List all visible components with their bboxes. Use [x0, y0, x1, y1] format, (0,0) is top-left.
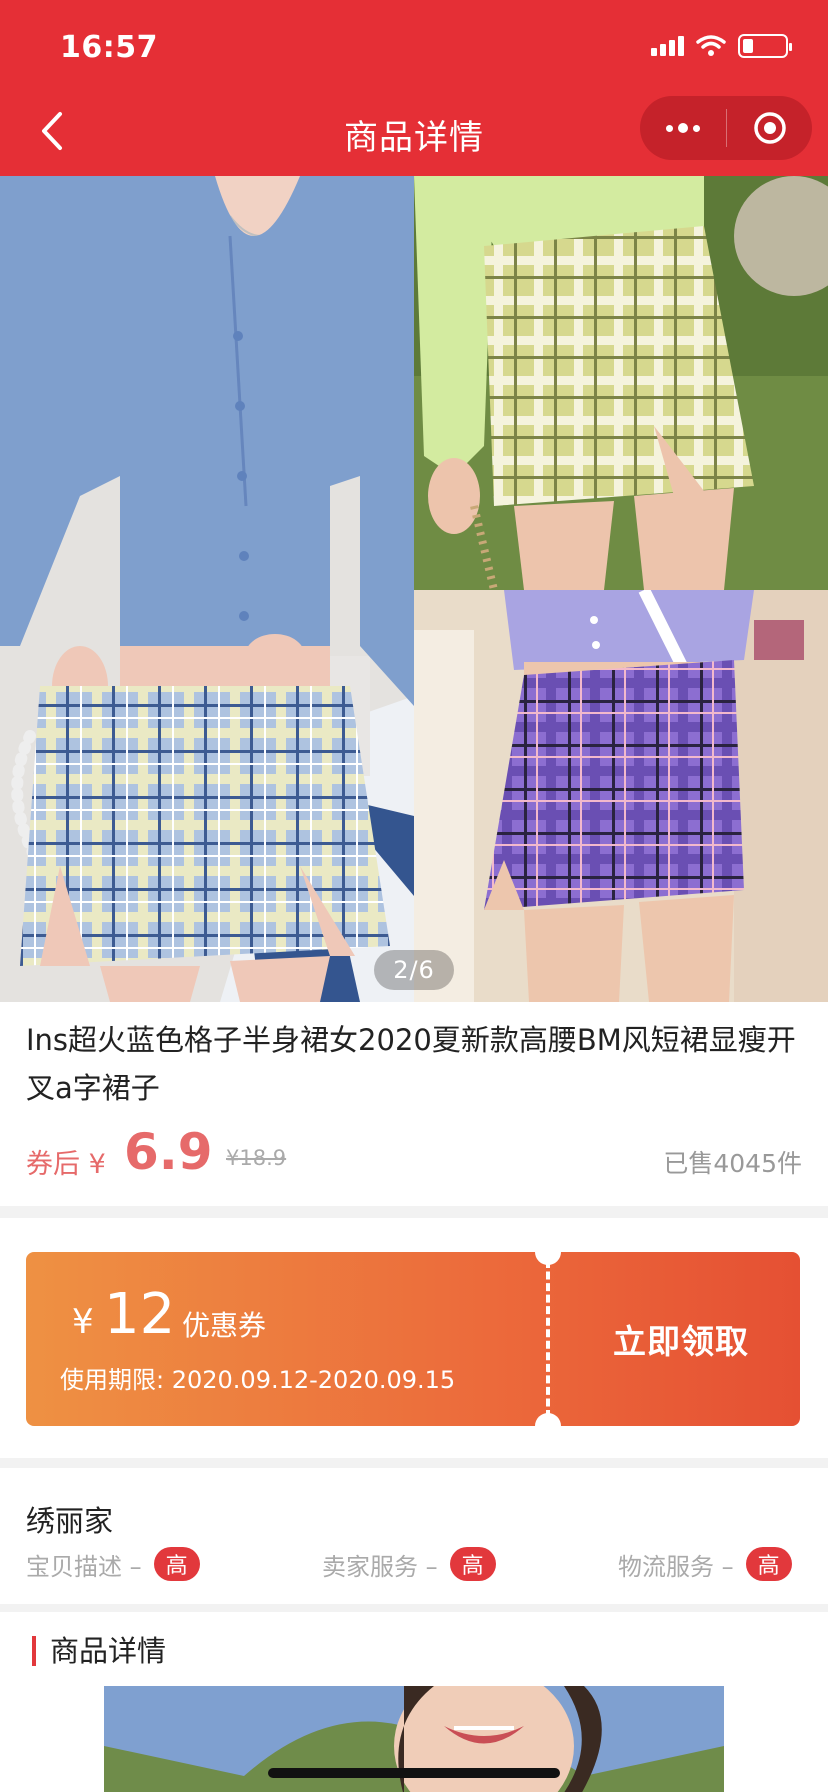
gallery-pager: 2/6	[374, 950, 454, 990]
rating-seller-service: 卖家服务 – 高	[322, 1544, 496, 1584]
home-indicator	[268, 1768, 560, 1778]
signal-icon	[651, 36, 684, 56]
coupon-ticket[interactable]: ¥ 12 优惠券 使用期限: 2020.09.12-2020.09.15 立即领…	[26, 1252, 800, 1426]
shop-info-card[interactable]: 绣丽家 宝贝描述 – 高 卖家服务 – 高 物流服务 – 高	[0, 1468, 828, 1604]
rating-logistics: 物流服务 – 高	[618, 1544, 792, 1584]
product-photo-blue	[0, 176, 414, 1002]
coupon-amount: 12	[104, 1282, 176, 1347]
coupon-notch-bottom	[535, 1413, 561, 1426]
status-time: 16:57	[60, 30, 158, 65]
product-detail-section: 商品详情	[0, 1612, 828, 1792]
mini-program-capsule	[640, 96, 812, 160]
sold-count: 已售4045件	[663, 1149, 802, 1178]
rating-label: 宝贝描述 –	[26, 1552, 142, 1581]
battery-icon	[738, 34, 792, 58]
rating-label: 物流服务 –	[618, 1552, 734, 1581]
coupon-currency: ¥	[72, 1302, 94, 1342]
rating-badge: 高	[153, 1547, 200, 1581]
coupon-validity-period: 使用期限: 2020.09.12-2020.09.15	[60, 1366, 456, 1394]
coupon-label: 优惠券	[182, 1309, 267, 1342]
claim-coupon-button[interactable]: 立即领取	[562, 1252, 800, 1426]
coupon-section: ¥ 12 优惠券 使用期限: 2020.09.12-2020.09.15 立即领…	[0, 1218, 828, 1458]
product-image-gallery[interactable]	[0, 176, 828, 1002]
price-row: 券后 ¥ 6.9 ¥18.9 已售4045件	[26, 1120, 802, 1181]
close-target-icon[interactable]	[727, 96, 812, 160]
wifi-icon	[696, 35, 726, 56]
top-bar: 16:57 商品详情	[0, 0, 828, 176]
price-prefix: 券后 ¥	[26, 1149, 106, 1180]
product-info-card: Ins超火蓝色格子半身裙女2020夏新款高腰BM风短裙显瘦开叉a字裙子 券后 ¥…	[0, 1002, 828, 1206]
product-title: Ins超火蓝色格子半身裙女2020夏新款高腰BM风短裙显瘦开叉a字裙子	[26, 1023, 796, 1105]
rating-badge: 高	[745, 1547, 792, 1581]
rating-description: 宝贝描述 – 高	[26, 1544, 200, 1584]
product-photo-green	[414, 176, 828, 590]
product-photo-purple	[414, 590, 828, 1002]
coupon-notch-top	[535, 1252, 561, 1265]
more-dots-icon[interactable]	[640, 96, 726, 160]
coupon-price: 6.9	[124, 1123, 213, 1181]
status-icons	[651, 34, 792, 58]
section-title: 商品详情	[32, 1636, 166, 1666]
coupon-divider	[546, 1260, 550, 1418]
rating-label: 卖家服务 –	[322, 1552, 438, 1581]
shop-name: 绣丽家	[26, 1504, 114, 1538]
original-price: ¥18.9	[226, 1146, 287, 1170]
rating-badge: 高	[449, 1547, 496, 1581]
